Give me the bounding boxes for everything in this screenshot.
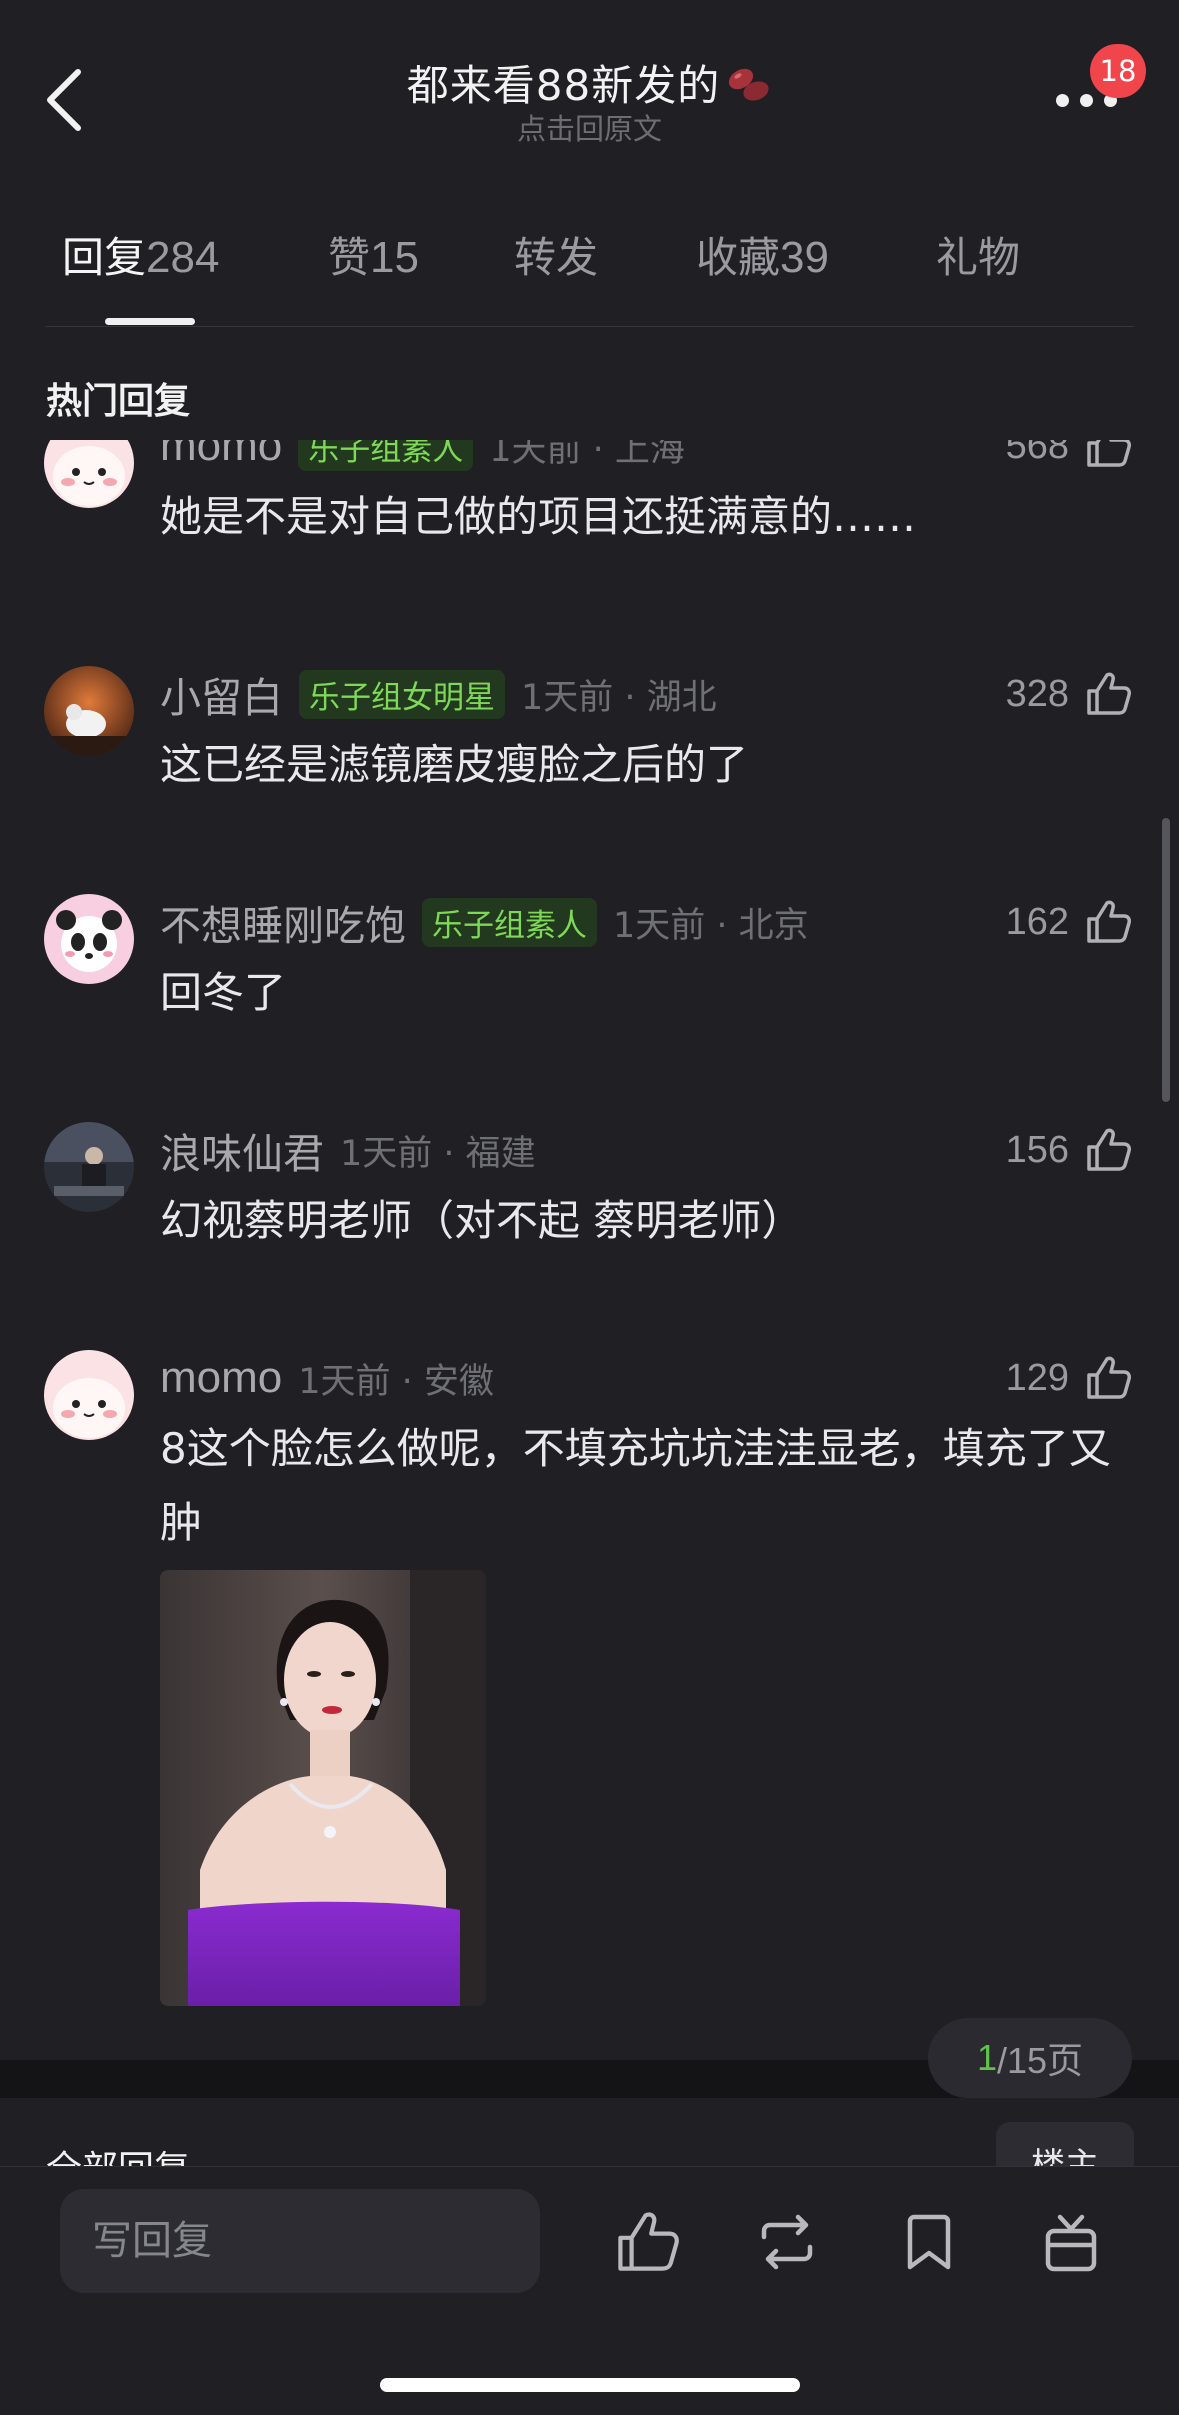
notification-badge: 18: [1090, 44, 1146, 98]
tab-count: 15: [370, 233, 419, 282]
back-to-original-link[interactable]: 点击回原文: [0, 106, 1179, 148]
like-count: 162: [1005, 900, 1069, 943]
current-page: 1: [976, 2037, 997, 2078]
thumbs-up-icon: [1087, 1356, 1131, 1399]
like-count: 129: [1005, 1356, 1069, 1399]
more-dot-icon: [1080, 94, 1093, 107]
scrollbar[interactable]: [1162, 818, 1170, 1102]
thumbs-up-icon: [1087, 1128, 1131, 1171]
tab-label: 礼物: [936, 233, 1021, 282]
home-indicator[interactable]: [380, 2378, 800, 2392]
avatar[interactable]: [44, 440, 134, 508]
comment-text: 回冬了: [160, 968, 287, 1017]
tab-bar: 回复284 赞15 转发 收藏39 礼物: [46, 224, 1136, 324]
bookmark-icon: [907, 2214, 951, 2270]
tab-count: 284: [146, 233, 220, 282]
tab-count: 39: [780, 233, 829, 282]
reply-input[interactable]: 写回复: [60, 2189, 540, 2293]
tab-favorites[interactable]: 收藏39: [696, 224, 829, 285]
comment-meta: momo 1天前 · 安徽: [160, 1350, 494, 1406]
username[interactable]: 不想睡刚吃饱: [160, 892, 406, 952]
avatar[interactable]: [44, 894, 134, 984]
avatar[interactable]: [44, 1350, 134, 1440]
hot-replies-heading: 热门回复: [46, 381, 191, 422]
thumbs-up-icon: [618, 2212, 679, 2271]
avatar[interactable]: [44, 666, 134, 756]
tab-gifts[interactable]: 礼物: [936, 224, 1020, 285]
like-post-button[interactable]: [612, 2207, 682, 2277]
gift-icon: [1045, 2214, 1097, 2272]
bookmark-button[interactable]: [894, 2207, 964, 2277]
timestamp-location: 1天前 · 湖北: [521, 677, 717, 718]
total-pages: /15页: [996, 2040, 1084, 2081]
timestamp-location: 1天前 · 上海: [489, 440, 685, 470]
username[interactable]: momo: [160, 440, 282, 471]
like-count: 156: [1005, 1128, 1069, 1171]
timestamp-location: 1天前 · 安徽: [298, 1361, 494, 1402]
like-button[interactable]: 156: [1006, 1122, 1133, 1178]
comment-meta: 小留白 乐子组女明星 1天前 · 湖北: [160, 666, 717, 722]
like-count: 328: [1005, 672, 1069, 715]
username[interactable]: 小留白: [160, 664, 283, 724]
username[interactable]: 浪味仙君: [160, 1120, 324, 1180]
like-button[interactable]: 129: [1006, 1350, 1133, 1406]
page-indicator[interactable]: 1/15页: [928, 2018, 1132, 2098]
tab-label: 赞: [328, 233, 371, 282]
hot-replies-list[interactable]: momo 乐子组素人 1天前 · 上海 568 她是不是对自己做的项目还挺满意的…: [0, 440, 1179, 2060]
thumbs-up-icon: [1087, 672, 1131, 715]
comment-text: 幻视蔡明老师（对不起 蔡明老师）: [160, 1196, 804, 1245]
like-button[interactable]: 162: [1006, 894, 1133, 950]
comment-meta: 不想睡刚吃饱 乐子组素人 1天前 · 北京: [160, 894, 809, 950]
divider: [46, 326, 1134, 327]
thumbs-up-icon: [1087, 900, 1131, 943]
timestamp-location: 1天前 · 福建: [340, 1133, 536, 1174]
comment-meta: 浪味仙君 1天前 · 福建: [160, 1122, 536, 1178]
comment-photo[interactable]: [160, 1570, 486, 2006]
comment-text: 她是不是对自己做的项目还挺满意的……: [160, 492, 917, 541]
user-tag: 乐子组素人: [422, 897, 597, 947]
thumbs-up-icon: [1087, 440, 1131, 467]
like-button[interactable]: 568: [1006, 440, 1133, 474]
tab-likes[interactable]: 赞15: [328, 224, 419, 285]
avatar[interactable]: [44, 1122, 134, 1212]
tab-label: 转发: [514, 233, 599, 282]
active-tab-indicator: [105, 318, 195, 325]
user-tag: 乐子组素人: [298, 440, 474, 471]
repost-icon: [761, 2214, 813, 2270]
username[interactable]: momo: [160, 1353, 282, 1403]
post-title-text: 都来看88新发的: [406, 61, 721, 110]
user-tag: 乐子组女明星: [299, 669, 505, 719]
more-dot-icon: [1056, 94, 1069, 107]
timestamp-location: 1天前 · 北京: [613, 905, 809, 946]
comment-text: 8这个脸怎么做呢，不填充坑坑洼洼显老，填充了又肿: [160, 1424, 1111, 1547]
like-button[interactable]: 328: [1006, 666, 1133, 722]
tab-label: 回复: [62, 233, 147, 282]
repost-button[interactable]: [752, 2207, 822, 2277]
tab-label: 收藏: [696, 233, 781, 282]
comment-meta: momo 乐子组素人 1天前 · 上海: [160, 440, 685, 474]
like-count: 568: [1005, 440, 1069, 467]
comment-text: 这已经是滤镜磨皮瘦脸之后的了: [160, 740, 749, 789]
tab-replies[interactable]: 回复284: [62, 224, 219, 285]
top-nav-bar: 都来看88新发的 点击回原文 18: [0, 0, 1179, 170]
tab-reposts[interactable]: 转发: [514, 224, 598, 285]
gift-button[interactable]: [1036, 2207, 1106, 2277]
